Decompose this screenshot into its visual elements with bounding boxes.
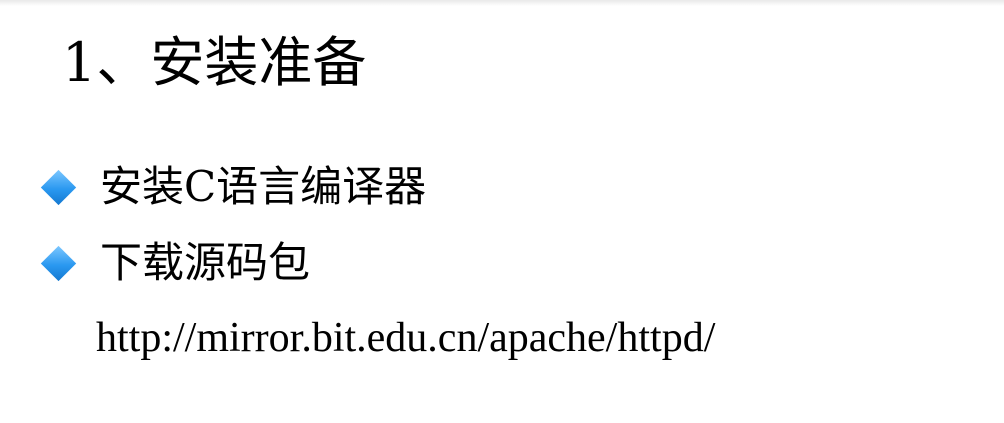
slide-title: 1、安装准备 <box>62 31 367 94</box>
top-edge-shadow <box>0 0 1004 6</box>
source-url-link[interactable]: http://mirror.bit.edu.cn/apache/httpd/ <box>96 312 715 364</box>
bullet-text: 下载源码包 <box>100 238 311 287</box>
bullet-text: 安装C语言编译器 <box>100 162 427 211</box>
slide: 1、安装准备 安装C语言编译器 下载源码包 http://mirror.bit.… <box>0 0 1004 423</box>
diamond-bullet-icon <box>40 169 77 205</box>
bullet-item-download: 下载源码包 <box>38 238 310 288</box>
bullet-item-compiler: 安装C语言编译器 <box>38 162 426 212</box>
diamond-bullet-icon <box>40 245 77 281</box>
